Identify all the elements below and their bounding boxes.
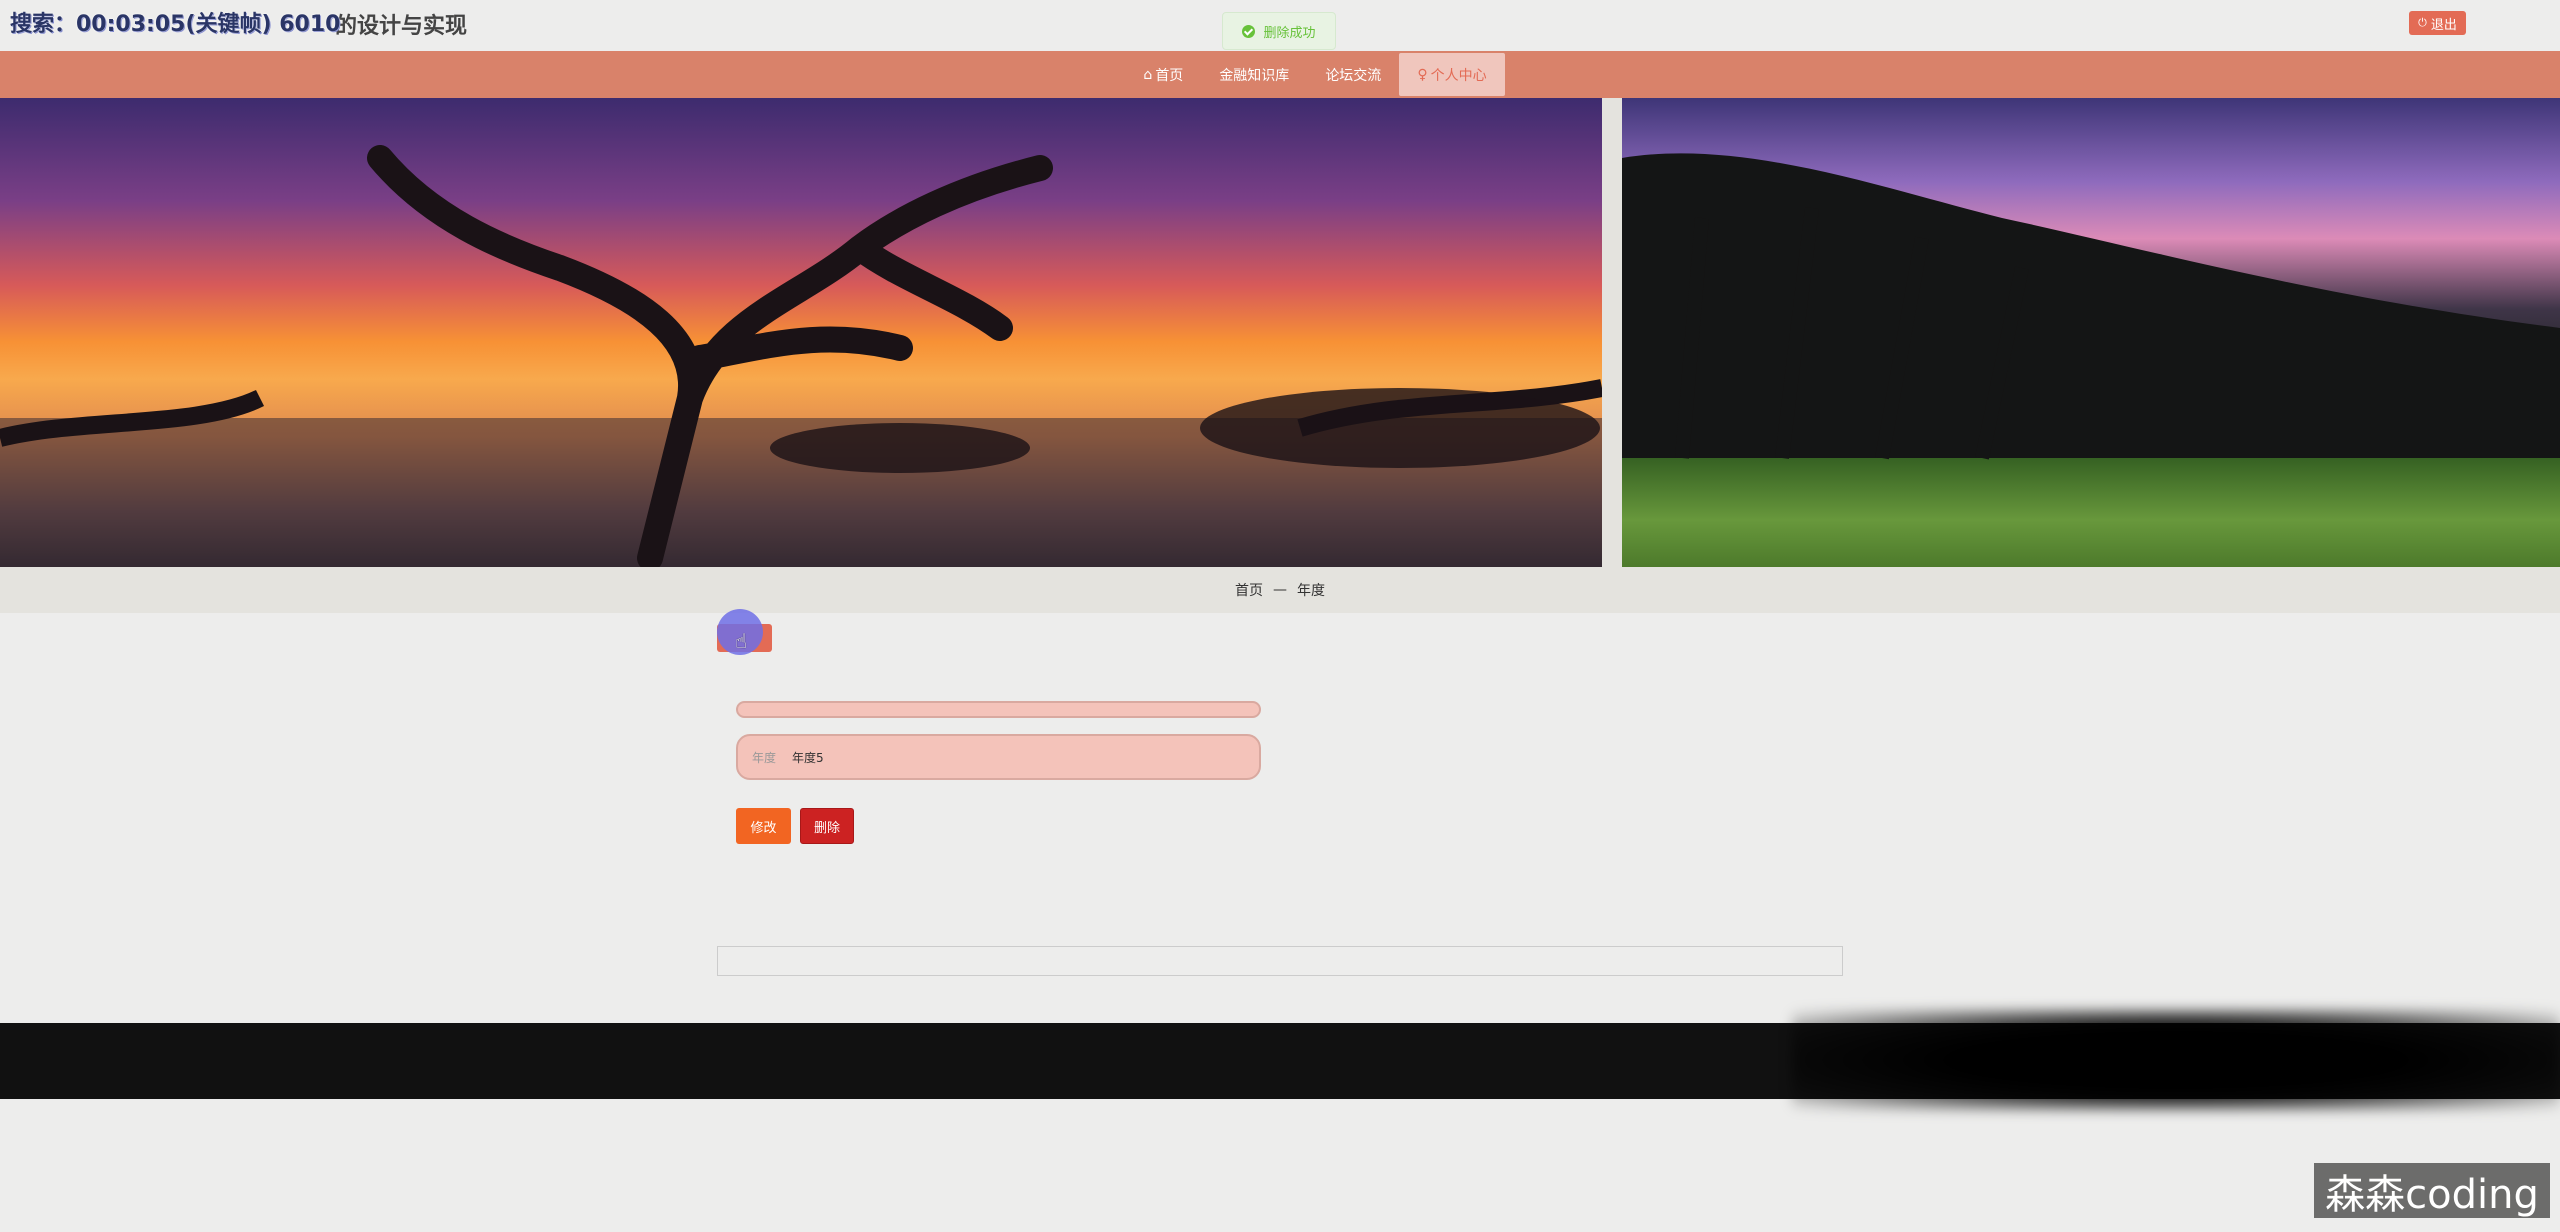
content-panel [717, 946, 1843, 976]
home-icon: ⌂ [1143, 66, 1153, 83]
logout-label: 退出 [2430, 17, 2457, 33]
form-field-empty [736, 701, 1261, 718]
nav-item-label: 个人中心 [1430, 67, 1487, 84]
year-field-value: 年度5 [792, 750, 824, 765]
watermark: 森森coding [2314, 1163, 2550, 1218]
nav-item-forum[interactable]: 论坛交流 [1307, 51, 1399, 98]
nav-item-label: 金融知识库 [1219, 67, 1290, 84]
tree-silhouette-right [1622, 153, 2560, 460]
year-field: 年度 年度5 [736, 734, 1261, 780]
success-toast: 删除成功 [1222, 12, 1336, 50]
breadcrumb: 首页 — 年度 [0, 567, 2560, 613]
video-overlay-text: 搜索：00:03:05(关键帧) 6010 [10, 12, 341, 37]
banner-image-sunset-tree [0, 98, 1602, 567]
delete-button[interactable]: 删除 [800, 808, 854, 844]
tree-silhouette-left [0, 145, 1602, 567]
nav-item-label: 论坛交流 [1325, 67, 1382, 84]
user-icon: ♀ [1417, 66, 1428, 83]
toast-message: 删除成功 [1263, 25, 1316, 41]
nav-item-knowledge-base[interactable]: 金融知识库 [1201, 51, 1307, 98]
edit-button[interactable]: 修改 [736, 808, 791, 844]
banner-carousel [0, 98, 2560, 567]
breadcrumb-current: 年度 [1297, 583, 1325, 599]
year-field-label: 年度 [752, 750, 777, 765]
nav-item-label: 首页 [1155, 67, 1184, 84]
nav-item-personal-center[interactable]: ♀ 个人中心 [1399, 53, 1505, 96]
banner-image-forest-meadow [1622, 98, 2560, 567]
footer-blurred-region [1792, 1010, 2560, 1110]
breadcrumb-home[interactable]: 首页 [1235, 580, 1263, 600]
main-navbar: ⌂ 首页 金融知识库 论坛交流 ♀ 个人中心 [0, 51, 2560, 98]
site-title: 的设计与实现 [335, 14, 468, 39]
hand-pointer-icon: ☝ [735, 629, 748, 653]
power-icon: ⏻ [2418, 16, 2427, 29]
check-circle-icon [1242, 24, 1256, 38]
breadcrumb-separator: — [1273, 582, 1287, 598]
nav-item-home[interactable]: ⌂ 首页 [1125, 51, 1201, 98]
top-header: 的设计与实现 搜索：00:03:05(关键帧) 6010 删除成功 ⏻ 退出 [0, 0, 2560, 51]
logout-button[interactable]: ⏻ 退出 [2409, 11, 2466, 35]
